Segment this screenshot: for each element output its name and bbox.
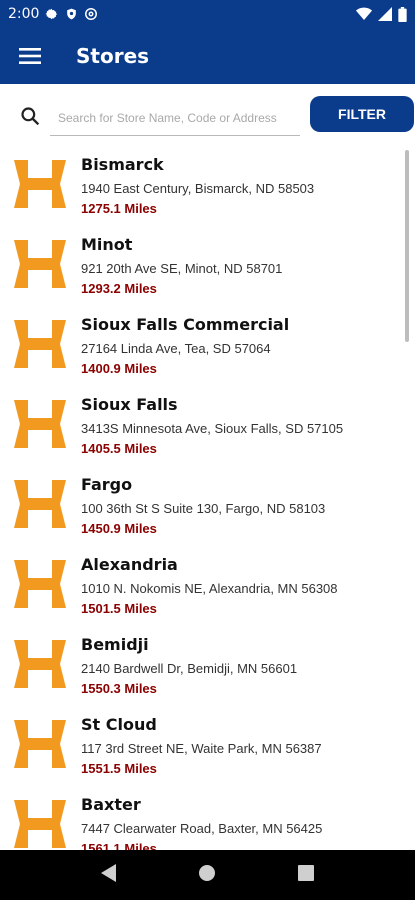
list-scrollbar[interactable]: [405, 150, 409, 342]
status-right: [356, 6, 407, 22]
store-item[interactable]: Bemidji 2140 Bardwell Dr, Bemidji, MN 56…: [0, 628, 415, 708]
store-text: Bismarck 1940 East Century, Bismarck, ND…: [81, 154, 314, 218]
store-name: Sioux Falls Commercial: [81, 315, 290, 334]
store-text: Sioux Falls 3413S Minnesota Ave, Sioux F…: [81, 394, 343, 458]
store-text: Bemidji 2140 Bardwell Dr, Bemidji, MN 56…: [81, 634, 297, 698]
store-text: Alexandria 1010 N. Nokomis NE, Alexandri…: [81, 554, 338, 618]
store-text: St Cloud 117 3rd Street NE, Waite Park, …: [81, 714, 322, 778]
filter-button[interactable]: FILTER: [310, 96, 414, 132]
at-sign-icon: [84, 7, 98, 21]
store-name: Bemidji: [81, 635, 149, 654]
store-name: Minot: [81, 235, 133, 254]
store-name: Bismarck: [81, 155, 164, 174]
store-address: 117 3rd Street NE, Waite Park, MN 56387: [81, 741, 322, 756]
store-item[interactable]: St Cloud 117 3rd Street NE, Waite Park, …: [0, 708, 415, 788]
store-name: Baxter: [81, 795, 141, 814]
back-icon[interactable]: [100, 863, 117, 887]
app-bar: Stores: [0, 28, 415, 84]
store-distance: 1501.5 Miles: [81, 601, 157, 616]
store-item[interactable]: Bismarck 1940 East Century, Bismarck, ND…: [0, 148, 415, 228]
store-address: 27164 Linda Ave, Tea, SD 57064: [81, 341, 271, 356]
page-title: Stores: [76, 44, 150, 68]
system-nav-bar: [0, 850, 415, 900]
store-item[interactable]: Baxter 7447 Clearwater Road, Baxter, MN …: [0, 788, 415, 850]
store-logo-icon: [14, 240, 66, 288]
store-text: Fargo 100 36th St S Suite 130, Fargo, ND…: [81, 474, 325, 538]
store-address: 1940 East Century, Bismarck, ND 58503: [81, 181, 315, 196]
recents-icon[interactable]: [298, 864, 315, 886]
status-left: 2:00: [8, 6, 98, 22]
store-distance: 1551.5 Miles: [81, 761, 157, 776]
store-distance: 1275.1 Miles: [81, 201, 157, 216]
store-logo-icon: [14, 480, 66, 528]
store-logo-icon: [14, 720, 66, 768]
search-input[interactable]: [50, 100, 300, 136]
store-item[interactable]: Minot 921 20th Ave SE, Minot, ND 58701 1…: [0, 228, 415, 308]
store-name: St Cloud: [81, 715, 157, 734]
status-time: 2:00: [8, 6, 40, 22]
cellular-icon: [378, 7, 392, 21]
store-name: Alexandria: [81, 555, 178, 574]
store-address: 7447 Clearwater Road, Baxter, MN 56425: [81, 821, 323, 836]
store-logo-icon: [14, 640, 66, 688]
battery-icon: [398, 6, 407, 22]
wifi-icon: [356, 7, 372, 21]
store-name: Sioux Falls: [81, 395, 178, 414]
store-list[interactable]: Bismarck 1940 East Century, Bismarck, ND…: [0, 148, 415, 850]
store-item[interactable]: Sioux Falls 3413S Minnesota Ave, Sioux F…: [0, 388, 415, 468]
store-logo-icon: [14, 800, 66, 848]
store-logo-icon: [14, 160, 66, 208]
search-icon[interactable]: [0, 106, 50, 126]
store-distance: 1405.5 Miles: [81, 441, 157, 456]
home-icon[interactable]: [198, 864, 216, 887]
store-name: Fargo: [81, 475, 133, 494]
store-text: Minot 921 20th Ave SE, Minot, ND 58701 1…: [81, 234, 282, 298]
status-bar: 2:00: [0, 0, 415, 28]
shield-icon: [65, 7, 78, 21]
gear-icon: [45, 7, 59, 21]
store-distance: 1561.1 Miles: [81, 841, 157, 850]
store-distance: 1293.2 Miles: [81, 281, 157, 296]
store-logo-icon: [14, 400, 66, 448]
store-item[interactable]: Alexandria 1010 N. Nokomis NE, Alexandri…: [0, 548, 415, 628]
store-item[interactable]: Fargo 100 36th St S Suite 130, Fargo, ND…: [0, 468, 415, 548]
store-address: 921 20th Ave SE, Minot, ND 58701: [81, 261, 283, 276]
store-item[interactable]: Sioux Falls Commercial 27164 Linda Ave, …: [0, 308, 415, 388]
search-row: FILTER: [0, 84, 415, 148]
store-address: 2140 Bardwell Dr, Bemidji, MN 56601: [81, 661, 298, 676]
store-text: Sioux Falls Commercial 27164 Linda Ave, …: [81, 314, 289, 378]
store-address: 1010 N. Nokomis NE, Alexandria, MN 56308: [81, 581, 338, 596]
store-address: 3413S Minnesota Ave, Sioux Falls, SD 571…: [81, 421, 344, 436]
hamburger-menu-icon[interactable]: [0, 28, 60, 84]
store-text: Baxter 7447 Clearwater Road, Baxter, MN …: [81, 794, 322, 850]
store-address: 100 36th St S Suite 130, Fargo, ND 58103: [81, 501, 326, 516]
store-distance: 1550.3 Miles: [81, 681, 157, 696]
store-distance: 1400.9 Miles: [81, 361, 157, 376]
store-logo-icon: [14, 320, 66, 368]
store-distance: 1450.9 Miles: [81, 521, 157, 536]
store-logo-icon: [14, 560, 66, 608]
